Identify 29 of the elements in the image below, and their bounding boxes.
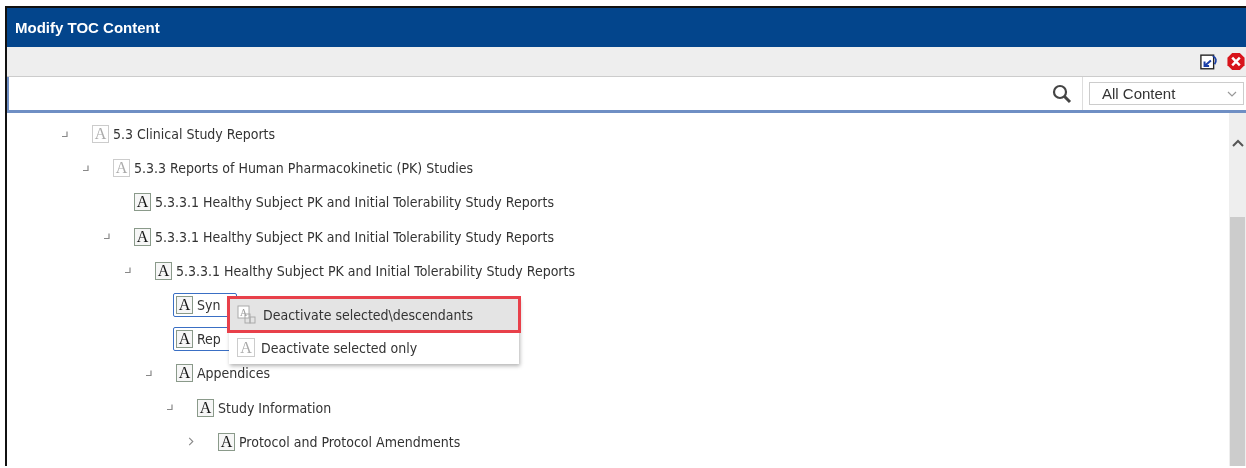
letter-a-icon: A xyxy=(134,227,151,246)
menu-item[interactable]: A Deactivate selected\descendants xyxy=(229,298,519,331)
tree-item[interactable]: A Protocol and Protocol Amendments xyxy=(215,429,464,454)
tree-item[interactable]: A 5.3.3 Reports of Human Pharmacokinetic (PK) Studies xyxy=(110,156,476,181)
restore-window-icon[interactable] xyxy=(1200,52,1220,71)
letter-a-icon: A xyxy=(176,296,193,315)
letter-a-icon: A xyxy=(237,338,255,357)
letter-a-icon: A xyxy=(197,398,214,417)
letter-a-icon: A xyxy=(176,330,193,349)
tree-item[interactable]: A Study Information xyxy=(194,395,335,420)
scroll-up-icon[interactable] xyxy=(1231,139,1244,147)
letter-a-icon: A xyxy=(113,159,130,178)
tree-item[interactable]: A 5.3 Clinical Study Reports xyxy=(89,122,279,147)
letter-a-icon: A xyxy=(92,125,109,144)
close-icon[interactable] xyxy=(1226,52,1246,71)
letter-a-icon: A xyxy=(176,364,193,383)
content-filter-dropdown[interactable]: All Content xyxy=(1089,82,1244,105)
window-title: Modify TOC Content xyxy=(15,19,160,36)
tree-item[interactable]: A 5.3.3.1 Healthy Subject PK and Initial Tolerability Study Reports xyxy=(131,190,557,215)
tree-item[interactable]: A Appendices xyxy=(173,361,274,386)
letter-a-icon: A xyxy=(155,261,172,280)
scrollbar-thumb[interactable] xyxy=(1230,217,1245,466)
scrollbar[interactable] xyxy=(1229,113,1246,466)
search-icon[interactable] xyxy=(1052,83,1072,104)
letter-a-icon: A xyxy=(134,193,151,212)
chevron-down-icon xyxy=(1227,90,1237,97)
letter-a-icon: A xyxy=(218,432,235,451)
tree-item[interactable]: A 5.3.3.1 Healthy Subject PK and Initial Tolerability Study Reports xyxy=(131,224,557,249)
tree-item[interactable]: A 5.3.3.1 Healthy Subject PK and Initial Tolerability Study Reports xyxy=(152,258,578,283)
